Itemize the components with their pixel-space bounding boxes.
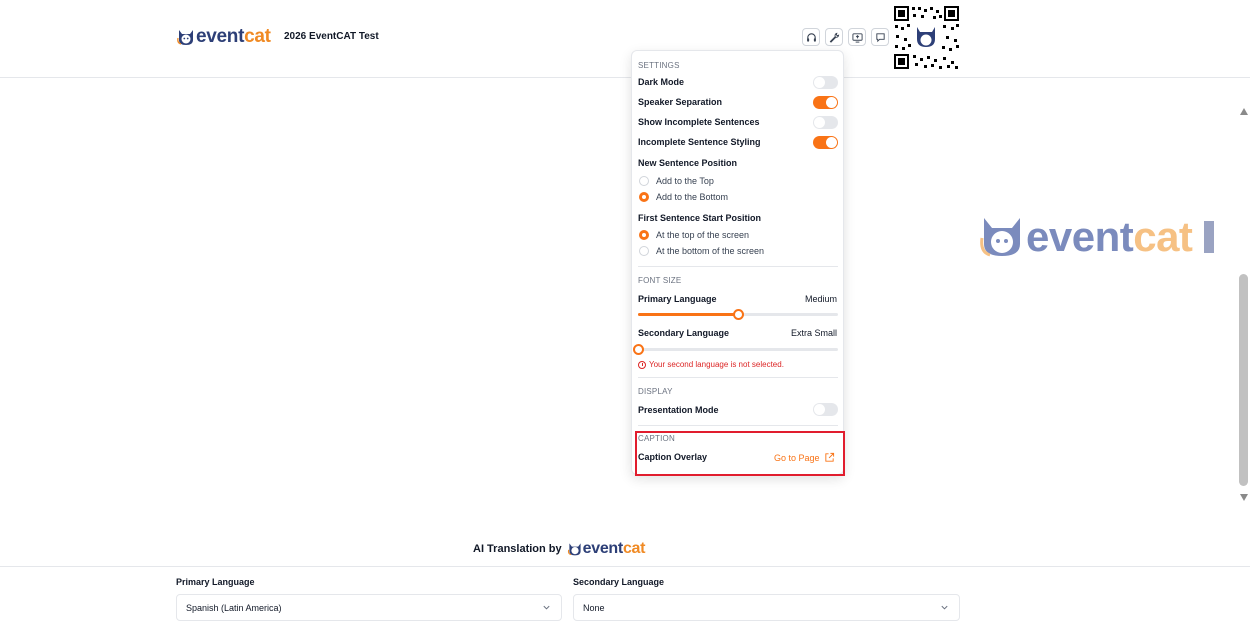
watermark-cutoff <box>1204 221 1215 253</box>
primary-size-thumb[interactable] <box>733 309 744 320</box>
watermark-cat: cat <box>1133 213 1193 260</box>
scroll-up-arrow-icon[interactable] <box>1240 108 1248 115</box>
presentation-mode-toggle[interactable] <box>813 403 838 416</box>
footer-wordmark: eventcat <box>583 540 646 558</box>
primary-size-slider[interactable] <box>638 309 838 320</box>
divider <box>638 377 838 378</box>
section-display-heading: DISPLAY <box>638 387 673 396</box>
chevron-down-icon[interactable] <box>940 603 949 612</box>
primary-size-fill <box>638 313 738 316</box>
radio-add-to-bottom-label[interactable]: Add to the Bottom <box>656 192 728 202</box>
qr-code-image <box>893 5 960 70</box>
cat-logo-icon <box>567 543 581 556</box>
radio-add-to-top-label[interactable]: Add to the Top <box>656 176 714 186</box>
primary-language-size-label: Primary Language <box>638 294 717 304</box>
go-to-page-text[interactable]: Go to Page <box>774 453 820 463</box>
screen-share-icon <box>851 32 863 43</box>
dark-mode-toggle[interactable] <box>813 76 838 89</box>
secondary-size-slider[interactable] <box>633 344 838 355</box>
brand-cat: cat <box>244 26 271 47</box>
ai-translation-by-text: AI Translation by <box>473 543 562 555</box>
show-incomplete-toggle[interactable] <box>813 116 838 129</box>
primary-language-value[interactable]: Spanish (Latin America) <box>186 603 282 613</box>
dark-mode-label: Dark Mode <box>638 77 685 87</box>
section-font-size-heading: FONT SIZE <box>638 276 682 285</box>
scrollbar-thumb[interactable] <box>1239 274 1248 486</box>
divider <box>638 266 838 267</box>
radio-add-to-top[interactable] <box>639 176 649 186</box>
speaker-separation-toggle[interactable] <box>813 96 838 109</box>
chat-button[interactable] <box>871 28 889 46</box>
footer-event: event <box>582 540 624 557</box>
footer-divider <box>0 566 1250 567</box>
top-header: eventcat 2026 EventCAT Test <box>0 0 1250 78</box>
secondary-language-select[interactable]: None <box>573 594 960 621</box>
secondary-language-size-label: Secondary Language <box>638 328 730 338</box>
speaker-separation-label: Speaker Separation <box>638 97 723 107</box>
secondary-size-value: Extra Small <box>790 328 837 338</box>
section-settings-heading: SETTINGS <box>638 61 680 70</box>
primary-language-select[interactable]: Spanish (Latin America) <box>176 594 562 621</box>
footer-cat: cat <box>622 540 646 557</box>
radio-bottom-of-screen-label[interactable]: At the bottom of the screen <box>656 246 764 256</box>
eventcat-watermark-logo: eventcat <box>978 213 1215 260</box>
headphones-icon <box>806 32 816 42</box>
chat-icon <box>875 32 885 42</box>
external-link-icon[interactable] <box>824 452 835 463</box>
radio-top-of-screen[interactable] <box>639 230 649 240</box>
cat-logo-icon <box>980 218 1020 257</box>
scroll-down-arrow-icon[interactable] <box>1240 494 1248 501</box>
brand-wordmark: eventcat <box>196 27 271 47</box>
presentation-mode-label: Presentation Mode <box>638 405 719 415</box>
new-sentence-position-label: New Sentence Position <box>638 158 738 168</box>
secondary-warning-text: Your second language is not selected. <box>649 360 784 369</box>
alert-circle-icon <box>638 360 646 369</box>
first-sentence-position-label: First Sentence Start Position <box>638 213 762 223</box>
incomplete-styling-label: Incomplete Sentence Styling <box>638 137 761 147</box>
section-caption-heading: CAPTION <box>638 434 675 443</box>
caption-overlay-label: Caption Overlay <box>638 452 708 462</box>
radio-add-to-bottom[interactable] <box>639 192 649 202</box>
event-title: 2026 EventCAT Test <box>284 31 379 42</box>
primary-language-label: Primary Language <box>176 577 255 587</box>
radio-top-of-screen-label[interactable]: At the top of the screen <box>656 230 749 240</box>
ai-translation-credit: AI Translation by eventcat <box>473 540 645 558</box>
secondary-language-value[interactable]: None <box>583 603 605 613</box>
brand-event: event <box>196 26 245 47</box>
settings-button[interactable] <box>825 28 843 46</box>
primary-size-value: Medium <box>804 294 837 304</box>
settings-dropdown: SETTINGS Dark Mode Speaker Separation Sh… <box>631 50 845 476</box>
watermark-wordmark: eventcat <box>1026 213 1193 260</box>
eventcat-logo[interactable]: eventcat <box>176 27 271 47</box>
incomplete-styling-toggle[interactable] <box>813 136 838 149</box>
radio-bottom-of-screen[interactable] <box>639 246 649 256</box>
vertical-scrollbar[interactable] <box>1238 108 1250 504</box>
chevron-down-icon[interactable] <box>542 603 551 612</box>
secondary-warning: Your second language is not selected. <box>638 360 784 369</box>
go-to-page-link[interactable]: Go to Page <box>774 452 835 463</box>
cat-logo-icon <box>177 30 193 45</box>
headphones-button[interactable] <box>802 28 820 46</box>
screen-button[interactable] <box>848 28 866 46</box>
wrench-icon <box>829 32 839 43</box>
watermark-event: event <box>1026 213 1134 260</box>
secondary-size-thumb[interactable] <box>633 344 644 355</box>
secondary-language-label: Secondary Language <box>573 577 665 587</box>
divider <box>638 425 838 426</box>
show-incomplete-label: Show Incomplete Sentences <box>638 117 760 127</box>
